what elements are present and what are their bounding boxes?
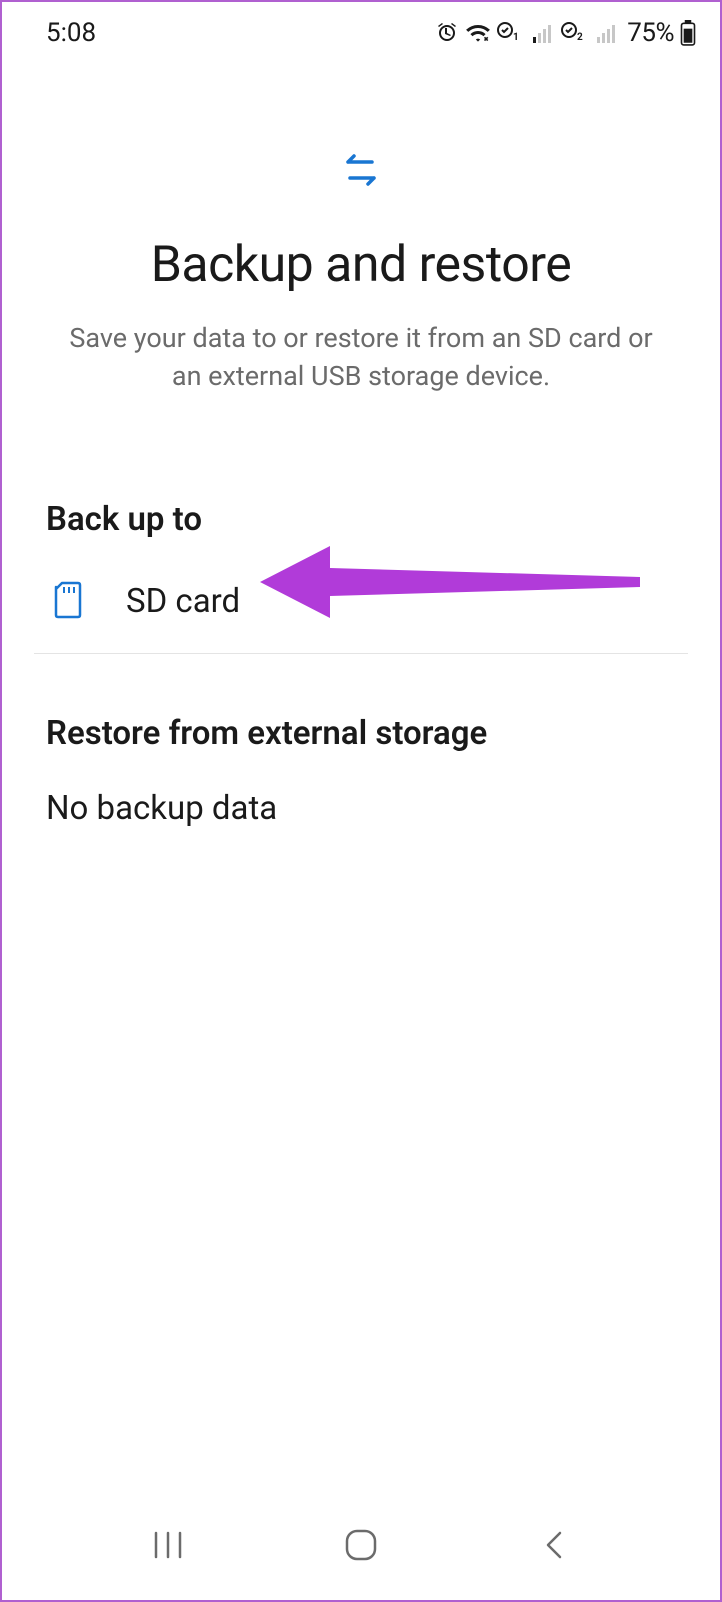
page-title: Backup and restore (42, 236, 680, 294)
backup-section: Back up to SD card (2, 500, 720, 653)
restore-section-header: Restore from external storage (46, 714, 676, 753)
restore-empty-text: No backup data (46, 789, 676, 828)
status-bar: 5:08 1 2 75% (2, 2, 720, 52)
sd-card-label: SD card (126, 582, 240, 621)
back-button[interactable] (514, 1515, 594, 1575)
sd-card-item[interactable]: SD card (46, 575, 676, 653)
svg-text:2: 2 (577, 32, 583, 43)
status-icons: 1 2 75% (435, 18, 696, 48)
volte2-icon: 2 (561, 22, 591, 44)
sd-card-icon (52, 581, 84, 623)
navigation-bar (2, 1500, 720, 1600)
signal2-icon (597, 23, 619, 43)
page-subtitle: Save your data to or restore it from an … (42, 320, 680, 396)
svg-text:1: 1 (513, 32, 519, 43)
battery-percentage: 75% (627, 18, 674, 48)
status-time: 5:08 (46, 18, 96, 48)
backup-section-header: Back up to (46, 500, 676, 539)
volte1-icon: 1 (497, 22, 527, 44)
home-button[interactable] (321, 1515, 401, 1575)
transfer-icon (339, 148, 383, 196)
signal1-icon (533, 23, 555, 43)
wifi-icon (465, 22, 491, 44)
battery-icon (680, 20, 696, 46)
alarm-icon (435, 21, 459, 45)
hero-section: Backup and restore Save your data to or … (2, 52, 720, 396)
divider (34, 653, 688, 654)
recents-button[interactable] (128, 1515, 208, 1575)
restore-section: Restore from external storage No backup … (2, 714, 720, 828)
